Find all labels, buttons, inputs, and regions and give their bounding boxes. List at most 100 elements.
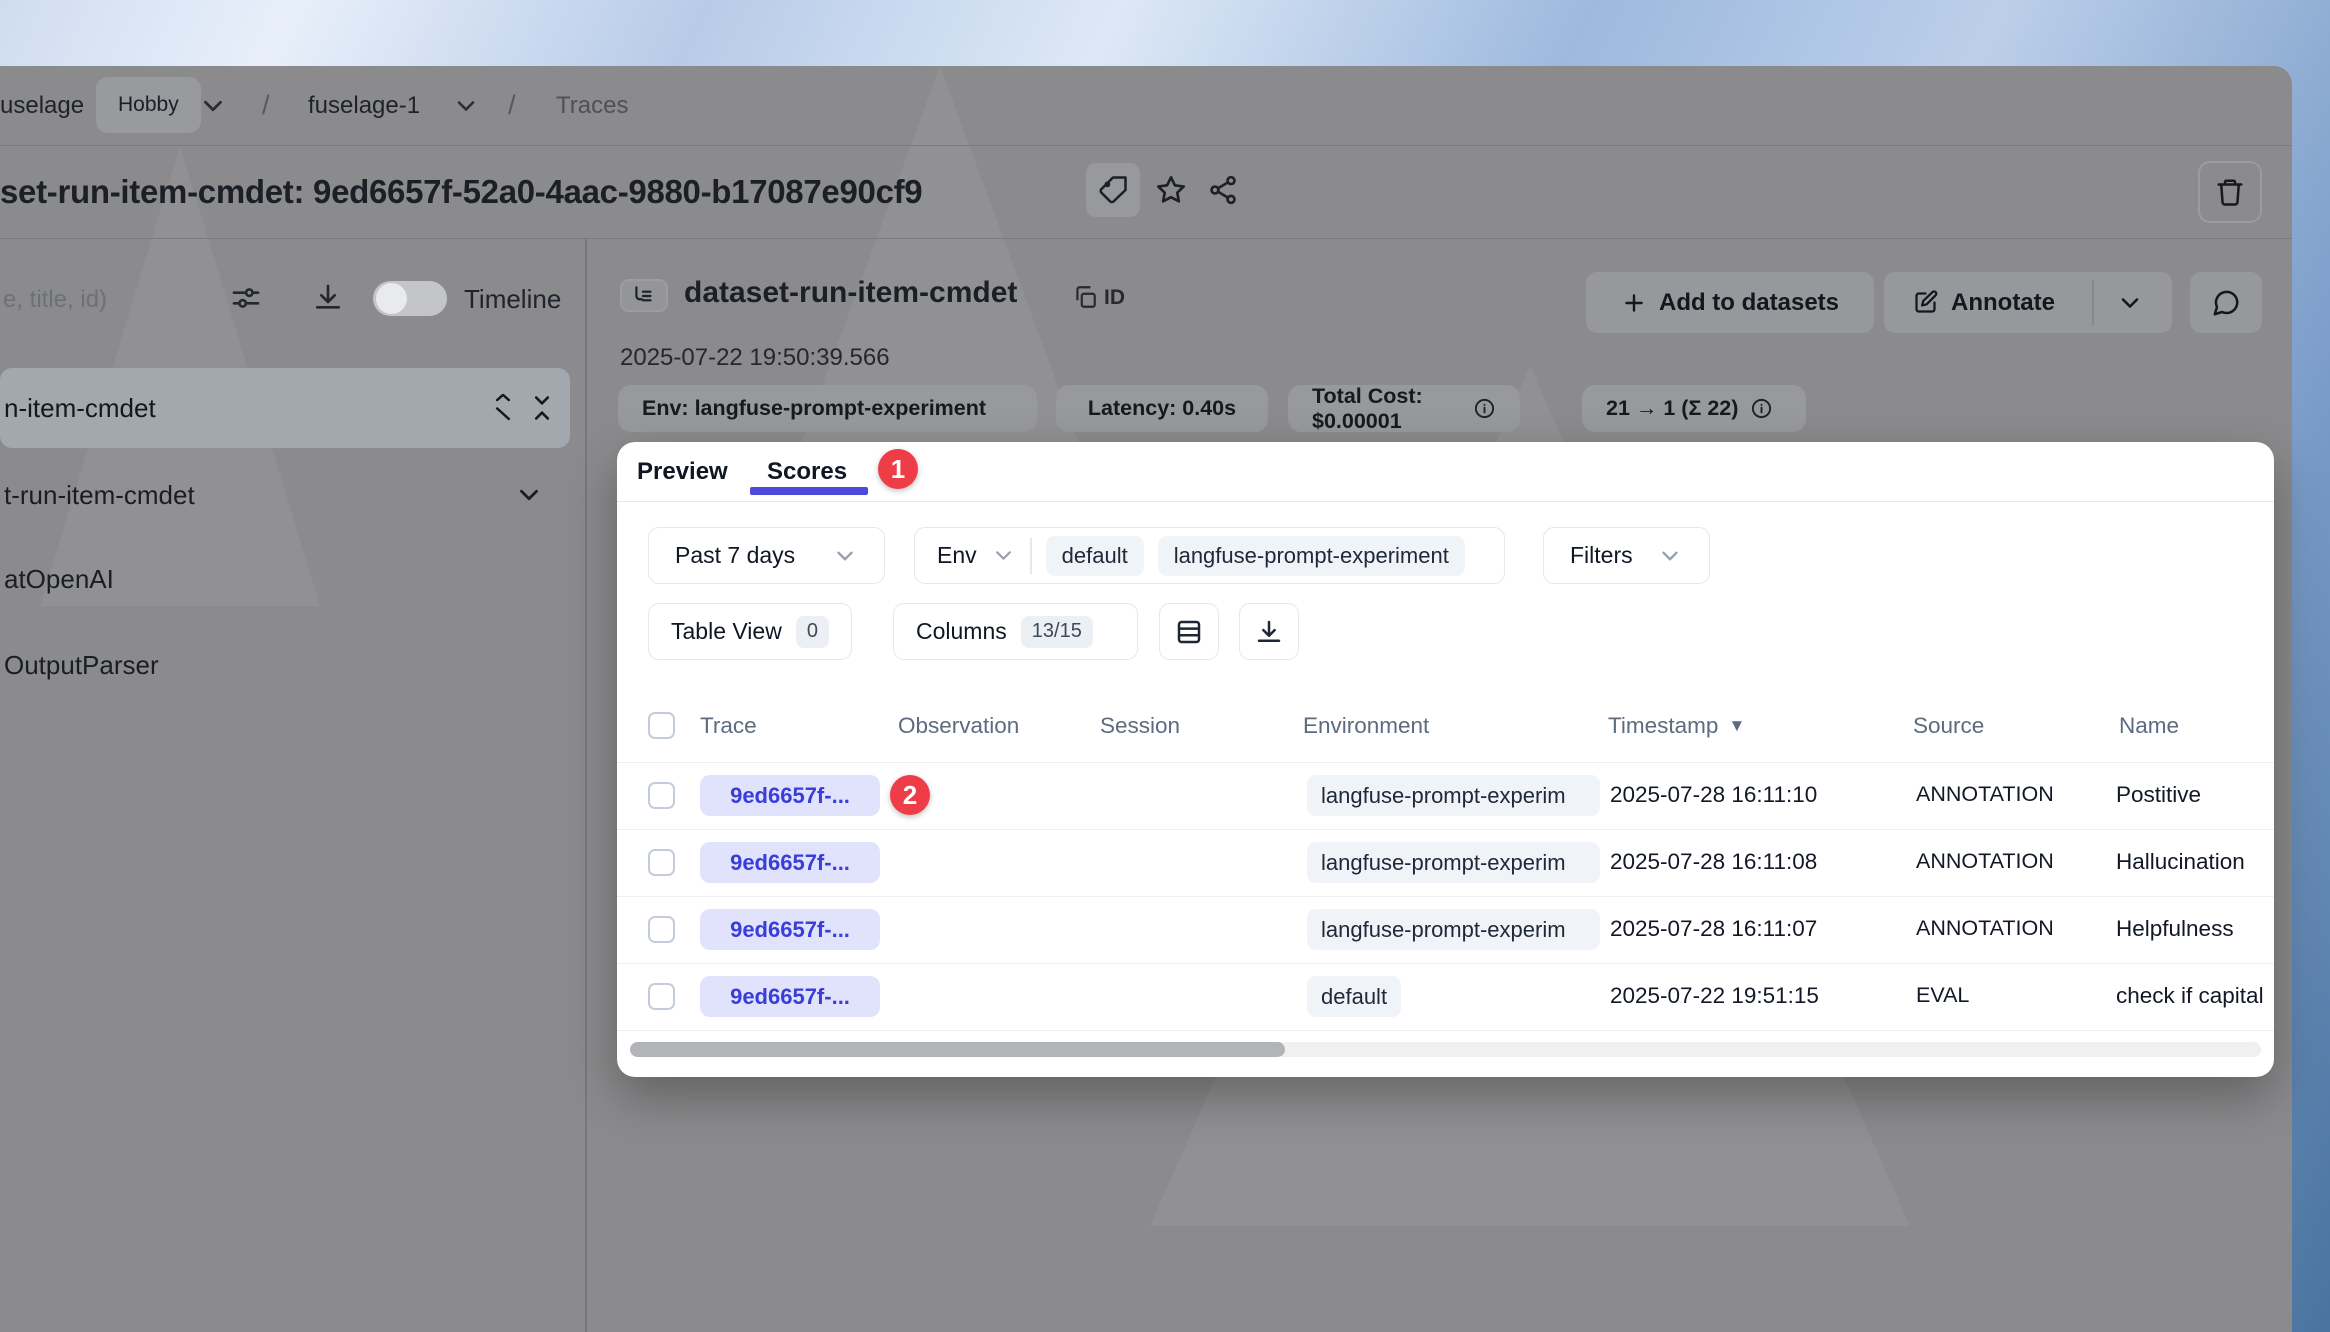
timestamp-cell: 2025-07-22 19:51:15 [1610,983,1819,1009]
sidebar-item[interactable]: OutputParser [4,650,159,681]
export-button[interactable] [1239,603,1299,660]
env-badge-label: Env: langfuse-prompt-experiment [642,396,986,421]
divider [617,829,2274,830]
col-header-name[interactable]: Name [2119,690,2179,762]
col-header-observation[interactable]: Observation [898,690,1019,762]
share-icon [1207,174,1239,206]
divider [617,1030,2274,1031]
project-switcher-chevron-icon[interactable] [452,66,480,145]
annotation-marker-2: 2 [890,775,930,815]
token-usage-badge: 21 → 1 (Σ 22) [1582,385,1806,432]
screen: uselage Hobby / fuselage-1 / Traces set-… [0,0,2330,1332]
row-checkbox[interactable] [648,916,675,943]
col-header-session[interactable]: Session [1100,690,1180,762]
sidebar-item-label: n-item-cmdet [4,393,156,424]
table-view-count-badge: 0 [796,616,829,648]
col-header-source[interactable]: Source [1913,690,1984,762]
col-header-trace[interactable]: Trace [700,690,757,762]
sidebar-item-selected[interactable]: n-item-cmdet [0,368,570,448]
timestamp-cell: 2025-07-28 16:11:08 [1610,849,1817,875]
latency-badge-label: Latency: 0.40s [1088,396,1236,421]
trace-id-chip[interactable]: 9ed6657f-... [700,909,880,950]
row-checkbox[interactable] [648,983,675,1010]
search-input[interactable]: e, title, id) [3,286,107,314]
info-icon[interactable] [1473,397,1496,420]
timestamp-header-label: Timestamp [1608,713,1718,739]
date-range-button[interactable]: Past 7 days [648,527,885,584]
id-label[interactable]: ID [1104,286,1125,310]
annotate-split-button[interactable]: Annotate [1884,272,2172,333]
col-header-timestamp[interactable]: Timestamp ▼ [1608,690,1745,762]
env-filter-label: Env [937,542,977,569]
trace-type-icon [620,279,668,312]
row-checkbox[interactable] [648,782,675,809]
add-to-datasets-button[interactable]: Add to datasets [1586,272,1874,333]
peek-title-bar: set-run-item-cmdet: 9ed6657f-52a0-4aac-9… [0,145,2292,238]
annotate-icon [1912,289,1939,316]
timestamp-cell: 2025-07-28 16:11:10 [1610,782,1817,808]
env-badge: Env: langfuse-prompt-experiment [618,385,1037,432]
tag-button[interactable] [1086,163,1140,217]
timeline-label: Timeline [464,284,561,315]
sidebar-item[interactable]: t-run-item-cmdet [4,480,195,511]
env-filter-button[interactable]: Env default langfuse-prompt-experiment [914,527,1505,584]
col-header-environment[interactable]: Environment [1303,690,1429,762]
delete-button[interactable] [2198,161,2262,223]
columns-button[interactable]: Columns 13/15 [893,603,1138,660]
scrollbar-thumb[interactable] [630,1042,1285,1057]
trace-id-chip[interactable]: 9ed6657f-... [700,842,880,883]
org-switcher-chevron-icon[interactable] [198,66,228,145]
filter-settings-icon[interactable] [230,282,262,314]
columns-count-badge: 13/15 [1021,616,1093,648]
trace-id-chip[interactable]: 9ed6657f-... [700,775,880,816]
breadcrumb-section[interactable]: Traces [556,66,628,145]
breadcrumb-project[interactable]: fuselage-1 [308,66,420,145]
token-usage-label: 21 → 1 (Σ 22) [1606,396,1738,421]
trash-icon [2215,177,2245,207]
annotate-label: Annotate [1951,289,2055,317]
source-cell: ANNOTATION [1916,916,2054,941]
fold-vertical-icon[interactable] [528,394,556,422]
environment-chip: langfuse-prompt-experim [1307,842,1600,883]
plus-icon [1621,290,1647,316]
divider [0,238,2292,239]
sidebar-divider[interactable] [585,238,587,1332]
chevron-down-icon[interactable] [514,480,544,510]
row-height-button[interactable] [1159,603,1219,660]
source-cell: EVAL [1916,983,1969,1008]
table-view-button[interactable]: Table View 0 [648,603,852,660]
select-all-checkbox[interactable] [648,712,675,739]
scores-panel: Preview Scores Past 7 days Env default l… [617,442,2274,1077]
row-checkbox[interactable] [648,849,675,876]
breadcrumb-org[interactable]: uselage [0,66,84,145]
active-tab-indicator [750,487,868,495]
detail-timestamp: 2025-07-22 19:50:39.566 [620,344,890,372]
annotation-marker-1: 1 [878,449,918,489]
unfold-vertical-icon[interactable] [489,394,517,422]
star-button[interactable] [1146,163,1196,217]
tab-preview[interactable]: Preview [637,442,728,501]
annotate-chevron-icon[interactable] [2116,289,2144,317]
share-button[interactable] [1198,163,1248,217]
download-icon[interactable] [312,282,344,314]
source-cell: ANNOTATION [1916,782,2054,807]
divider [1030,538,1032,574]
info-icon[interactable] [1750,397,1773,420]
star-icon [1155,174,1187,206]
timeline-toggle[interactable] [373,281,447,316]
horizontal-scrollbar[interactable] [630,1042,2261,1057]
comment-bubble-icon [2211,288,2241,318]
comments-button[interactable] [2190,272,2262,333]
sidebar-item[interactable]: atOpenAI [4,564,114,595]
plan-badge: Hobby [96,77,201,133]
toggle-knob [376,283,407,314]
copy-id-icon[interactable] [1072,284,1098,310]
table-view-label: Table View [671,618,782,645]
breadcrumb-separator: / [262,66,270,145]
filters-button[interactable]: Filters [1543,527,1710,584]
divider [617,963,2274,964]
timestamp-cell: 2025-07-28 16:11:07 [1610,916,1817,942]
chevron-down-icon [832,543,858,569]
trace-id-chip[interactable]: 9ed6657f-... [700,976,880,1017]
chevron-down-icon [1657,543,1683,569]
